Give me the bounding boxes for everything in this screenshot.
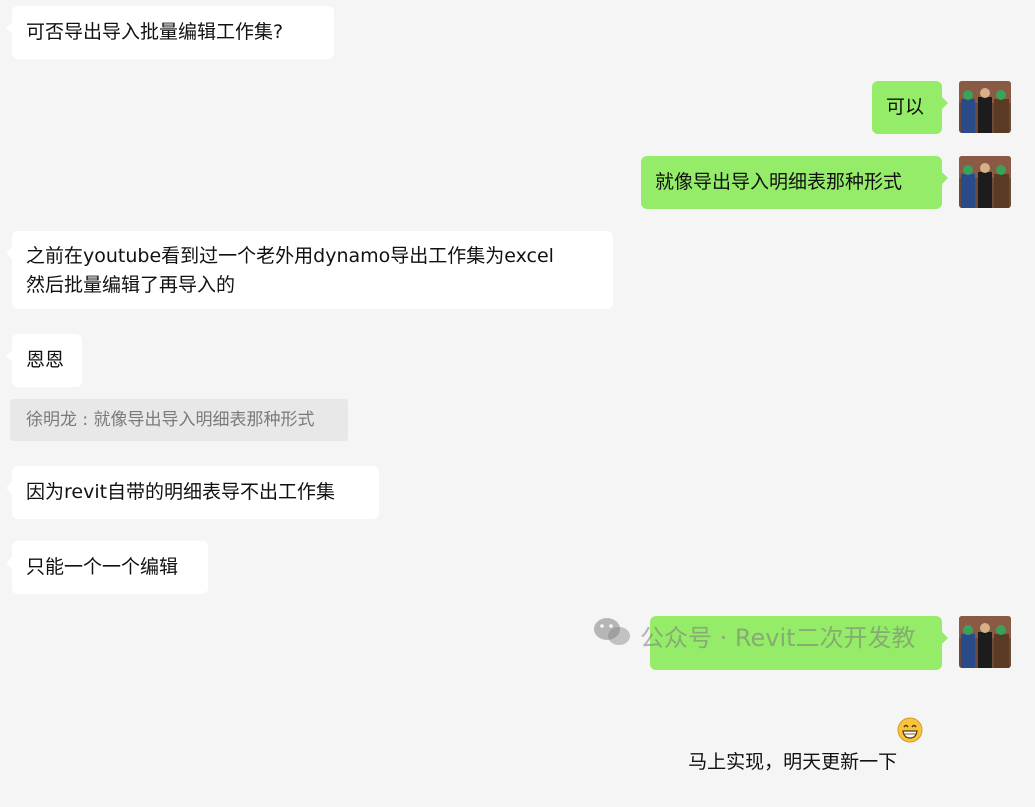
- user-avatar-icon[interactable]: [959, 616, 1011, 668]
- user-avatar-icon[interactable]: [959, 81, 1011, 133]
- quote-text: 就像导出导入明细表那种形式: [93, 410, 315, 430]
- quote-author: 徐明龙: [26, 410, 77, 430]
- quoted-message[interactable]: 徐明龙 : 就像导出导入明细表那种形式: [10, 399, 348, 441]
- message-bubble[interactable]: 因为revit自带的明细表导不出工作集: [6, 466, 379, 519]
- message-bubble[interactable]: 可否导出导入批量编辑工作集?: [6, 6, 334, 59]
- message-text: 马上实现，明天更新一下: [688, 751, 898, 773]
- message-bubble[interactable]: 之前在youtube看到过一个老外用dynamo导出工作集为excel 然后批量…: [6, 231, 613, 309]
- user-avatar-icon[interactable]: [959, 156, 1011, 208]
- quote-separator: :: [77, 410, 94, 430]
- message-bubble[interactable]: 恩恩: [6, 334, 82, 387]
- message-bubble[interactable]: 可以: [872, 81, 948, 134]
- message-bubble[interactable]: 马上实现，明天更新一下: [650, 616, 948, 773]
- message-bubble[interactable]: 就像导出导入明细表那种形式: [641, 156, 948, 209]
- message-bubble[interactable]: 只能一个一个编辑: [6, 541, 208, 594]
- grinning-face-icon: [897, 657, 923, 743]
- wechat-logo-icon: [592, 616, 632, 662]
